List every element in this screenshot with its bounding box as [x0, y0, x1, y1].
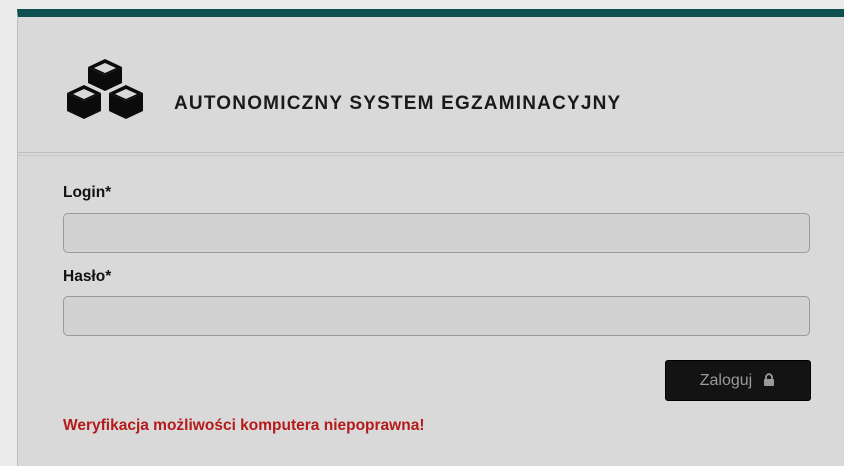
panel-header: AUTONOMICZNY SYSTEM EGZAMINACYJNY: [18, 17, 844, 153]
login-button[interactable]: Zaloguj: [665, 360, 811, 401]
page: AUTONOMICZNY SYSTEM EGZAMINACYJNY Login*…: [0, 0, 844, 466]
login-button-label: Zaloguj: [699, 371, 753, 389]
app-title: AUTONOMICZNY SYSTEM EGZAMINACYJNY: [174, 93, 622, 114]
login-panel: AUTONOMICZNY SYSTEM EGZAMINACYJNY Login*…: [17, 9, 844, 466]
header-divider: [18, 155, 844, 156]
password-input[interactable]: [63, 296, 810, 336]
login-label: Login*: [63, 184, 112, 201]
password-label: Hasło*: [63, 268, 112, 285]
cubes-icon: [67, 59, 143, 119]
lock-icon: [764, 372, 775, 386]
login-input[interactable]: [63, 213, 810, 253]
error-message: Weryfikacja możliwości komputera niepopr…: [63, 417, 425, 434]
